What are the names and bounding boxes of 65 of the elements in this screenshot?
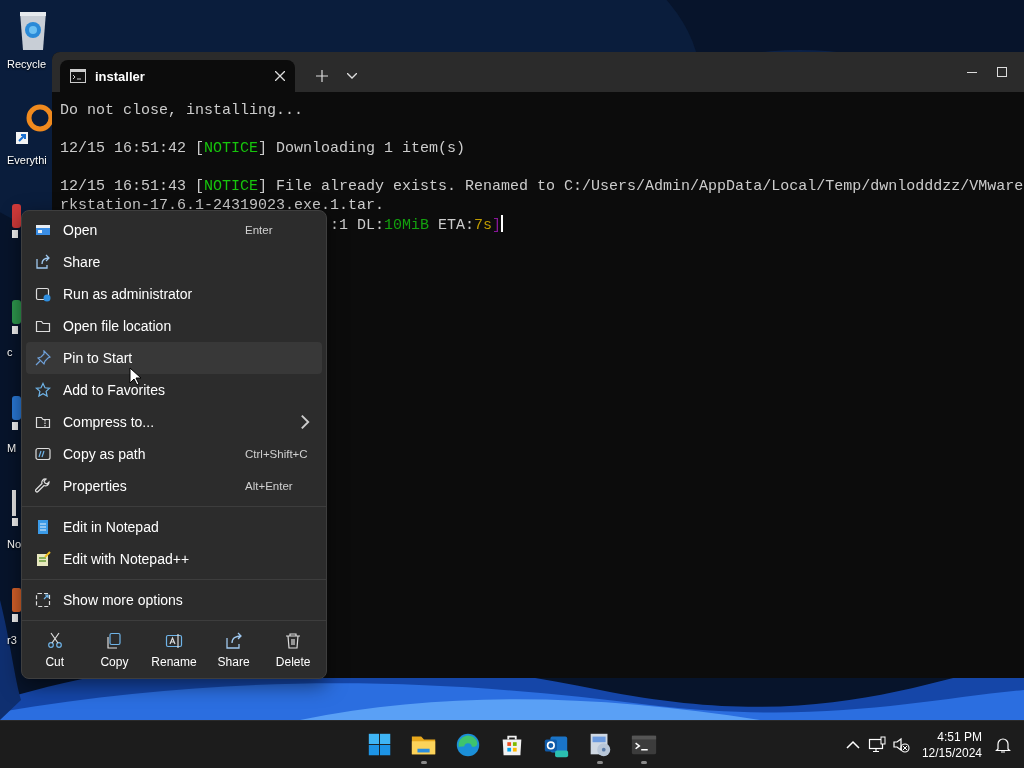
star-icon: [35, 382, 51, 398]
close-icon[interactable]: [275, 71, 285, 81]
speaker-muted-icon[interactable]: [891, 735, 910, 754]
menu-item[interactable]: Open file location: [26, 310, 322, 342]
menu-item[interactable]: Add to Favorites: [26, 374, 322, 406]
wrench-icon: [35, 478, 51, 494]
terminal-line: 12/15 16:51:42 [NOTICE] Downloading 1 item(s): [60, 140, 466, 157]
desktop-icon-label: Everythi: [7, 154, 47, 166]
folder-icon: [35, 318, 51, 334]
minimize-icon: [966, 71, 977, 73]
desktop-icon-label: r3: [7, 634, 17, 646]
expand-icon: [35, 592, 51, 608]
menu-item[interactable]: Share: [26, 246, 322, 278]
action-button[interactable]: Rename: [144, 625, 204, 675]
running-indicator: [597, 760, 603, 764]
path-icon: [35, 446, 51, 462]
shortcut-hint: Alt+Enter: [245, 480, 294, 492]
share-icon: [35, 254, 51, 270]
shield-window-icon: [35, 286, 51, 302]
menu-item[interactable]: Pin to Start: [26, 342, 322, 374]
shortcut-hint: Enter: [245, 224, 274, 236]
archive-icon: [35, 414, 51, 430]
rename-icon: [165, 631, 183, 650]
chevron-down-icon: [347, 73, 357, 79]
action-button[interactable]: Copy: [84, 625, 145, 675]
terminal-line: Do not close, installing...: [60, 102, 304, 119]
menu-item[interactable]: Copy as path Ctrl+Shift+C: [26, 438, 322, 470]
terminal-line: rkstation-17.6.1-24319023.exe.1.tar.: [60, 197, 385, 214]
pin-icon: [35, 350, 51, 366]
scissors-icon: [45, 631, 64, 650]
menu-item[interactable]: Open Enter: [26, 214, 322, 246]
terminal-line: 12/15 16:51:43 [NOTICE] File already exists. Renamed to C:/Users/Admin/AppData/Local/Temp/dwnlodddzz/VMware: [60, 178, 1024, 195]
notepad-plus-icon: [35, 551, 51, 567]
menu-item[interactable]: Edit in Notepad: [26, 511, 322, 543]
tab-title: installer: [95, 68, 146, 84]
terminal-line: :1 DL:10MiB ETA:7s]: [330, 217, 502, 234]
network-icon[interactable]: [867, 735, 886, 754]
console-icon: [70, 69, 86, 83]
desktop-icon-label: c: [7, 346, 13, 358]
clock[interactable]: 4:51 PM 12/15/2024: [915, 728, 988, 761]
desktop-icon-label: M: [7, 442, 17, 454]
open-icon: [35, 222, 51, 238]
menu-item[interactable]: Show more options: [26, 584, 322, 616]
shortcut-hint: Ctrl+Shift+C: [245, 448, 309, 460]
terminal-tab[interactable]: installer: [60, 60, 295, 92]
bell-icon[interactable]: [994, 735, 1012, 754]
maximize-icon: [997, 67, 1007, 77]
action-button[interactable]: Cut: [25, 625, 85, 675]
menu-item[interactable]: Edit with Notepad++: [26, 543, 322, 575]
desktop-icon-label: No: [7, 538, 22, 550]
share-icon: [224, 631, 243, 650]
notepad-icon: [35, 519, 51, 535]
plus-icon: [316, 70, 328, 82]
text-cursor: [501, 215, 504, 232]
menu-item[interactable]: Run as administrator: [26, 278, 322, 310]
mouse-cursor-icon: [129, 367, 141, 386]
trash-icon: [284, 631, 303, 650]
action-button[interactable]: Share: [203, 625, 264, 675]
copy-icon: [105, 631, 124, 650]
running-indicator: [641, 760, 647, 764]
menu-item[interactable]: Compress to...: [26, 406, 322, 438]
action-button[interactable]: Delete: [263, 625, 323, 675]
running-indicator: [421, 760, 427, 764]
menu-item[interactable]: Properties Alt+Enter: [26, 470, 322, 502]
desktop-icon-label: Recycle: [7, 58, 47, 70]
